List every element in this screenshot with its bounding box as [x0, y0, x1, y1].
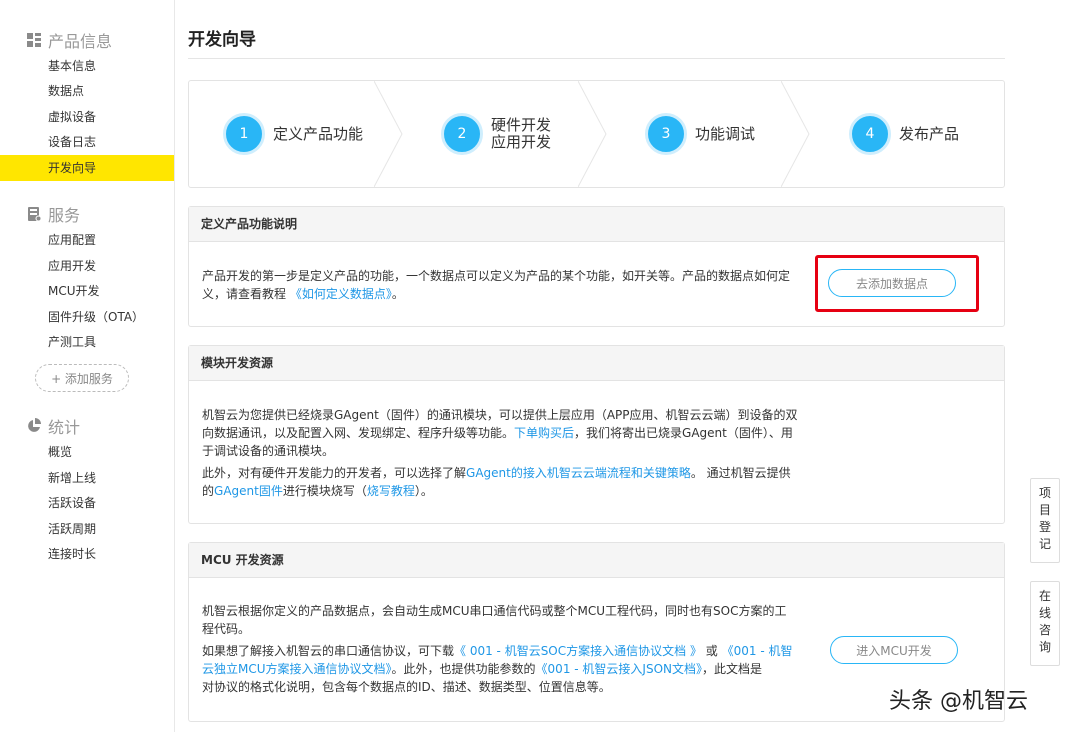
add-service-button[interactable]: + 添加服务	[35, 364, 129, 392]
panel-module-resources: 模块开发资源 机智云为您提供已经烧录GAgent（固件）的通讯模块，可以提供上层…	[188, 345, 1005, 524]
sidebar-item-mcu-dev[interactable]: MCU开发	[0, 278, 174, 304]
sidebar-item-app-config[interactable]: 应用配置	[0, 227, 174, 253]
step-4[interactable]: 4 发布产品	[849, 81, 959, 187]
server-icon	[26, 206, 42, 222]
sidebar-item-overview[interactable]: 概览	[0, 439, 174, 465]
sidebar-item-connection-duration[interactable]: 连接时长	[0, 541, 174, 567]
step-number: 3	[645, 113, 687, 155]
sidebar-item-app-dev[interactable]: 应用开发	[0, 253, 174, 279]
step-label: 定义产品功能	[273, 124, 364, 143]
highlight-box	[815, 255, 979, 312]
mcu-protocol-doc-link[interactable]: 《001 - 机智	[722, 644, 793, 658]
divider	[188, 58, 1005, 59]
step-wizard: 1 定义产品功能 2 硬件开发 应用开发 3 功能调试 4 发布产品	[188, 80, 1005, 188]
section-label: 服务	[48, 206, 81, 225]
sidebar-item-active-devices[interactable]: 活跃设备	[0, 490, 174, 516]
project-register-tab[interactable]: 项目登记	[1030, 478, 1060, 563]
section-label: 统计	[48, 418, 81, 437]
section-stats: 统计	[26, 414, 80, 438]
sidebar-item-datapoints[interactable]: 数据点	[0, 78, 174, 104]
watermark: 头条 @机智云	[889, 689, 1028, 714]
mcu-dev-button[interactable]: 进入MCU开发	[830, 636, 958, 664]
step-number: 1	[223, 113, 265, 155]
order-link[interactable]: 下单购买后	[514, 426, 574, 440]
sidebar-item-basic-info[interactable]: 基本信息	[0, 53, 174, 79]
sidebar-item-dev-guide[interactable]: 开发向导	[0, 155, 174, 181]
gagent-strategy-link[interactable]: GAgent的接入机智云云端流程和关键策略	[466, 466, 691, 480]
panel-title: 模块开发资源	[189, 346, 1004, 381]
soc-protocol-doc-link[interactable]: 《 001 - 机智云SOC方案接入通信协议文档 》	[454, 644, 702, 658]
step-label: 发布产品	[899, 124, 960, 143]
sidebar-item-ota[interactable]: 固件升级（OTA）	[0, 304, 174, 330]
grid-icon	[26, 32, 42, 48]
json-doc-link[interactable]: 《001 - 机智云接入JSON文档》	[536, 662, 702, 676]
panel-description: 机智云为您提供已经烧录GAgent（固件）的通讯模块，可以提供上层应用（APP应…	[202, 408, 798, 498]
panel-description: 机智云根据你定义的产品数据点，会自动生成MCU串口通信代码或整个MCU工程代码，…	[202, 604, 793, 694]
page-title: 开发向导	[188, 30, 256, 50]
gagent-firmware-link[interactable]: GAgent固件	[214, 484, 283, 498]
panel-mcu-resources: MCU 开发资源 机智云根据你定义的产品数据点，会自动生成MCU串口通信代码或整…	[188, 542, 1005, 722]
step-separator	[781, 81, 810, 187]
sidebar-item-virtual-device[interactable]: 虚拟设备	[0, 104, 174, 130]
panel-description: 产品开发的第一步是定义产品的功能，一个数据点可以定义为产品的某个功能，如开关等。…	[202, 269, 791, 301]
panel-title: MCU 开发资源	[189, 543, 1004, 578]
tutorial-link[interactable]: 《如何定义数据点》	[290, 287, 392, 301]
step-separator	[578, 81, 607, 187]
step-separator	[374, 81, 403, 187]
online-consult-tab[interactable]: 在线咨询	[1030, 581, 1060, 666]
sidebar-item-active-cycle[interactable]: 活跃周期	[0, 516, 174, 542]
sidebar: 产品信息 基本信息 数据点 虚拟设备 设备日志 开发向导 服务 应用配置 应用开…	[0, 0, 175, 732]
panel-title: 定义产品功能说明	[189, 207, 1004, 242]
step-3[interactable]: 3 功能调试	[645, 81, 755, 187]
section-service: 服务	[26, 202, 80, 226]
step-2[interactable]: 2 硬件开发 应用开发	[441, 81, 551, 187]
step-1[interactable]: 1 定义产品功能	[223, 81, 363, 187]
sidebar-item-new-online[interactable]: 新增上线	[0, 465, 174, 491]
step-number: 2	[441, 113, 483, 155]
mcu-protocol-doc-link[interactable]: 云独立MCU方案接入通信协议文档》	[202, 662, 392, 676]
tab-label: 在线咨询	[1038, 589, 1051, 654]
section-product-info: 产品信息	[26, 28, 112, 52]
sidebar-item-production-test[interactable]: 产测工具	[0, 329, 174, 355]
sidebar-item-device-log[interactable]: 设备日志	[0, 129, 174, 155]
tab-label: 项目登记	[1038, 486, 1051, 551]
flash-tutorial-link[interactable]: 烧写教程	[367, 484, 415, 498]
section-label: 产品信息	[48, 32, 113, 51]
step-label: 功能调试	[695, 124, 756, 143]
pie-chart-icon	[26, 418, 42, 434]
step-number: 4	[849, 113, 891, 155]
step-label: 硬件开发 应用开发	[491, 116, 552, 151]
